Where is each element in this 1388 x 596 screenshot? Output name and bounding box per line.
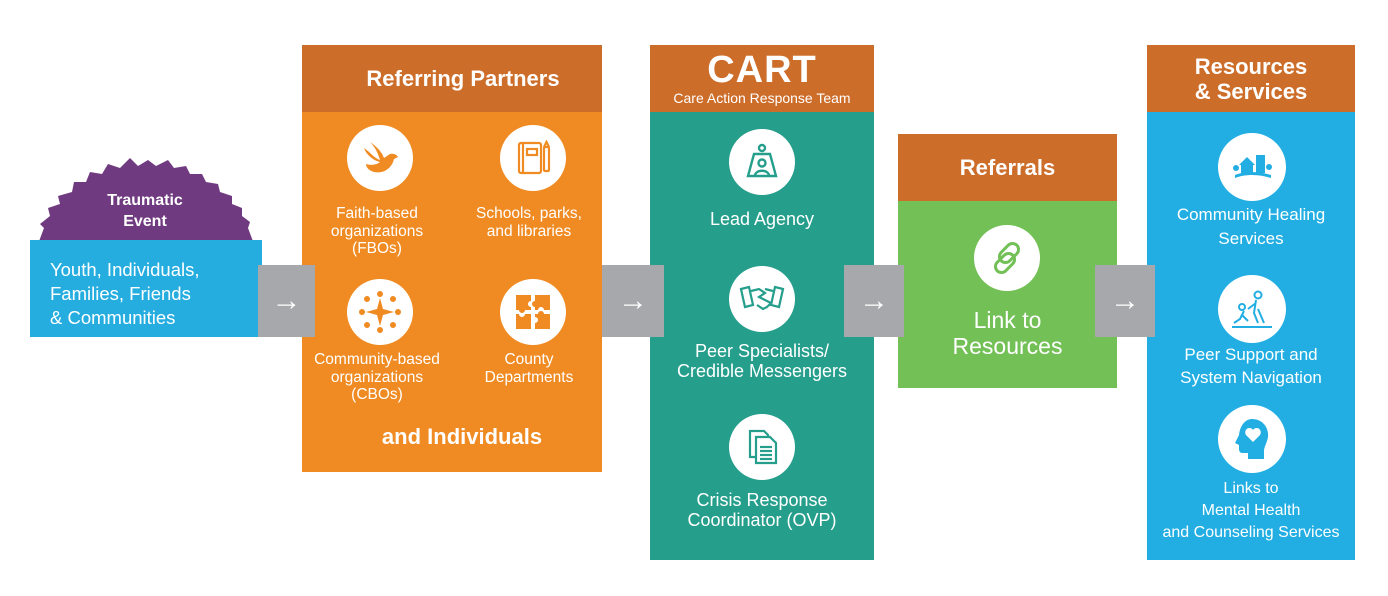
label-line: (FBOs) (352, 240, 402, 257)
label-line: Lead Agency (709, 209, 815, 229)
resources-title-line: & Services (1194, 78, 1308, 104)
resource-label-community-healing: Community Healing Services (1147, 203, 1355, 251)
resource-label-mental-health: Links to Mental Health and Counseling Se… (1147, 478, 1355, 544)
referrals-title: Referrals (959, 154, 1056, 180)
cart-box: CART Care Action Response Team Lead Agen… (650, 45, 874, 560)
partner-label-cbos: Community-based organizations (CBOs) (302, 351, 452, 404)
traumatic-event-line: Event (123, 213, 167, 230)
notebook-pencil-icon (500, 125, 566, 191)
referrals-header: Referrals (898, 134, 1117, 201)
label-line: (CBOs) (351, 386, 403, 403)
label-line: Schools, parks, (476, 205, 582, 222)
label-line: Credible Messengers (676, 361, 848, 382)
referring-partners-title: Referring Partners (366, 65, 560, 91)
label-line: Crisis Response (696, 490, 828, 510)
resources-services-box: Resources & Services Community Healing S… (1147, 45, 1355, 560)
label-line: Services (1218, 229, 1284, 248)
label-line: System Navigation (1180, 368, 1322, 387)
label-line: Departments (484, 368, 574, 386)
lead-agency-icon (729, 129, 795, 195)
label-line: Mental Health (1201, 502, 1301, 519)
referrals-label: Link to Resources (898, 307, 1117, 359)
head-heart-icon (1218, 405, 1286, 473)
label-line: Community-based (314, 351, 440, 368)
label-line: Resources (952, 333, 1063, 359)
traumatic-event-label: Traumatic Event (60, 190, 230, 232)
label-line: Faith-based (336, 205, 418, 222)
documents-icon (729, 414, 795, 480)
cart-header: CART Care Action Response Team (650, 45, 874, 112)
traumatic-event-line: Traumatic (107, 192, 183, 209)
helping-hand-icon (1218, 275, 1286, 343)
flow-arrow-4: → (1095, 265, 1155, 337)
referrals-box: Referrals Link to Resources (898, 134, 1117, 388)
label-line: Coordinator (OVP) (687, 510, 837, 531)
flow-arrow-3: → (844, 265, 904, 337)
affected-people-line: Youth, Individuals, (50, 259, 200, 280)
cart-label-peer-specialists: Peer Specialists/ Credible Messengers (650, 341, 874, 382)
label-line: and libraries (486, 222, 572, 240)
label-line: Link to (973, 307, 1042, 333)
label-line: and Counseling Services (1162, 524, 1340, 541)
handshake-icon (729, 266, 795, 332)
link-icon (974, 225, 1040, 291)
flow-arrow-1: → (258, 265, 315, 337)
label-line: Peer Specialists/ (694, 341, 830, 361)
resources-title-line: Resources (1194, 53, 1308, 79)
partner-label-schools: Schools, parks, and libraries (454, 205, 604, 240)
flow-arrow-2: → (602, 265, 664, 337)
cart-label-lead-agency: Lead Agency (650, 209, 874, 229)
affected-people-label: Youth, Individuals, Families, Friends & … (50, 258, 250, 330)
community-circle-icon (347, 279, 413, 345)
arrow-right-icon: → (618, 284, 648, 317)
partner-label-county: County Departments (454, 351, 604, 386)
affected-people-line: Families, Friends (50, 283, 191, 304)
arrow-right-icon: → (271, 284, 302, 317)
arrow-right-icon: → (859, 284, 889, 317)
puzzle-icon (500, 279, 566, 345)
resources-header: Resources & Services (1147, 45, 1355, 112)
community-town-icon (1218, 133, 1286, 201)
label-line: Links to (1223, 480, 1279, 497)
label-line: Community Healing (1176, 205, 1326, 224)
label-line: Peer Support and (1184, 345, 1318, 364)
cart-label-crisis-coordinator: Crisis Response Coordinator (OVP) (650, 490, 874, 531)
label-line: organizations (330, 222, 424, 240)
partner-label-fbos: Faith-based organizations (FBOs) (302, 205, 452, 258)
affected-people-line: & Communities (50, 307, 176, 328)
label-line: organizations (330, 368, 424, 386)
cart-title: CART (707, 48, 817, 91)
referring-partners-header: Referring Partners (302, 45, 602, 112)
partners-footer: and Individuals (381, 424, 543, 449)
resource-label-peer-support: Peer Support and System Navigation (1147, 343, 1355, 389)
dove-icon (347, 125, 413, 191)
referring-partners-box: Referring Partners Faith-based organizat… (302, 45, 602, 472)
arrow-right-icon: → (1110, 284, 1140, 317)
label-line: County (504, 351, 554, 368)
cart-subtitle: Care Action Response Team (673, 89, 851, 106)
